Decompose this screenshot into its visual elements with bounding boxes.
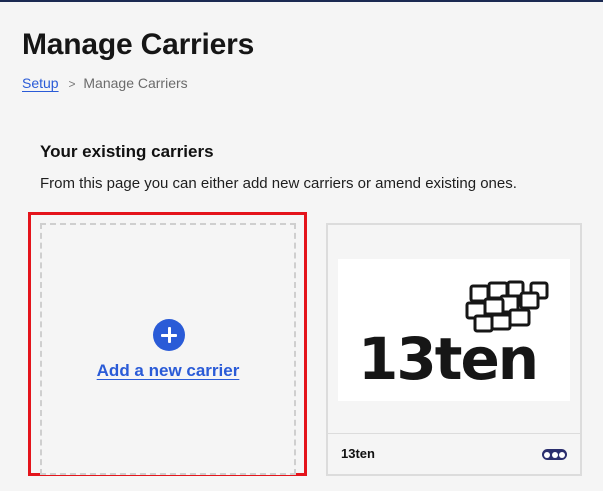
top-border — [0, 0, 603, 2]
breadcrumb-current: Manage Carriers — [83, 75, 188, 91]
carrier-card[interactable]: 13ten 13ten — [326, 223, 582, 476]
section-description: From this page you can either add new ca… — [40, 175, 517, 192]
carrier-logo: 13ten — [338, 259, 570, 401]
breadcrumb: Setup > Manage Carriers — [22, 75, 188, 91]
add-carrier-card[interactable]: Add a new carrier — [40, 223, 296, 475]
section-heading: Your existing carriers — [40, 142, 214, 161]
plus-circle-icon[interactable] — [153, 319, 185, 351]
breadcrumb-link-setup[interactable]: Setup — [22, 75, 59, 91]
carrier-logo-image: 13ten — [358, 280, 549, 393]
breadcrumb-separator: > — [68, 77, 76, 91]
more-options-icon[interactable] — [542, 449, 567, 460]
more-dot — [551, 451, 558, 458]
carrier-logo-text: 13ten — [358, 325, 537, 393]
carrier-name: 13ten — [341, 446, 375, 461]
add-carrier-link[interactable]: Add a new carrier — [42, 361, 294, 381]
page-title: Manage Carriers — [22, 28, 255, 61]
card-divider — [328, 433, 580, 434]
more-dot — [559, 451, 565, 458]
more-dot — [544, 451, 550, 458]
